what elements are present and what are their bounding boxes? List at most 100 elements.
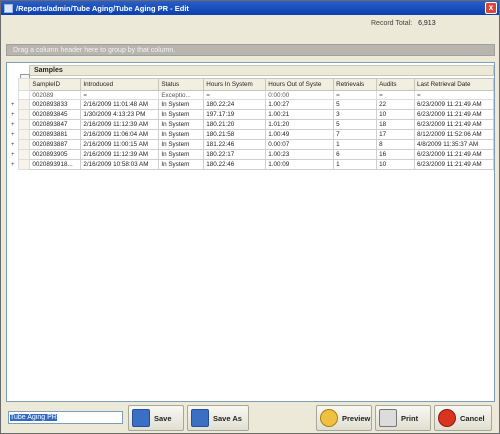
cell: 1 bbox=[333, 159, 378, 170]
row-selector[interactable] bbox=[18, 139, 31, 150]
cell: 180.22:24 bbox=[203, 99, 267, 110]
cell: 0020893918... bbox=[29, 159, 82, 170]
cell: 197.17:19 bbox=[203, 109, 267, 120]
cell: 2/16/2009 10:58:03 AM bbox=[80, 159, 160, 170]
filter-retrievals[interactable]: = bbox=[333, 90, 378, 100]
cell: 7 bbox=[333, 129, 378, 140]
record-total: Record Total: 6,913 bbox=[371, 20, 436, 27]
filter-sampleid[interactable]: 002089 bbox=[29, 90, 82, 100]
expand-icon[interactable]: + bbox=[7, 129, 19, 140]
cell: 1.00:49 bbox=[265, 129, 335, 140]
cell: 5 bbox=[333, 99, 378, 110]
cell: 0020893847 bbox=[29, 119, 82, 130]
cell: 6/23/2009 11:21:49 AM bbox=[413, 109, 494, 120]
table-row[interactable]: + 0020893847 2/16/2009 11:12:39 AM In Syst… bbox=[7, 119, 494, 130]
filter-status[interactable]: Exceptio... bbox=[158, 90, 205, 100]
filter-hours-in-system[interactable]: = bbox=[203, 90, 267, 100]
print-button[interactable]: Print bbox=[375, 405, 431, 431]
row-selector[interactable] bbox=[18, 109, 31, 120]
expand-icon[interactable]: + bbox=[7, 139, 19, 150]
cell: 2/16/2009 11:12:39 AM bbox=[80, 149, 160, 160]
col-sampleid[interactable]: SampleID bbox=[29, 78, 82, 91]
cell: 1 bbox=[333, 139, 378, 150]
col-audits[interactable]: Audits bbox=[376, 78, 415, 91]
preview-label: Preview bbox=[342, 413, 371, 423]
cell: 8/12/2009 11:52:06 AM bbox=[413, 129, 494, 140]
col-introduced[interactable]: Introduced bbox=[80, 78, 160, 91]
cell: 18 bbox=[376, 119, 415, 130]
cell: 6/23/2009 11:21:49 AM bbox=[413, 149, 494, 160]
floppy-disk-icon bbox=[132, 409, 150, 427]
cell: 2/16/2009 11:00:15 AM bbox=[80, 139, 160, 150]
preview-button[interactable]: Preview bbox=[316, 405, 372, 431]
filter-audits[interactable]: = bbox=[376, 90, 415, 100]
row-selector[interactable] bbox=[18, 149, 31, 160]
cell: In System bbox=[158, 119, 205, 130]
filter-clear-icon[interactable] bbox=[18, 90, 31, 100]
cell: 2/16/2009 11:12:39 AM bbox=[80, 119, 160, 130]
row-selector[interactable] bbox=[18, 129, 31, 140]
cell: 180.22:17 bbox=[203, 149, 267, 160]
filter-hours-out-of-system[interactable]: 0:00:00 bbox=[265, 90, 335, 100]
cell: 0020893887 bbox=[29, 139, 82, 150]
cell: 3 bbox=[333, 109, 378, 120]
cell: 10 bbox=[376, 159, 415, 170]
cell: In System bbox=[158, 139, 205, 150]
samples-table: SampleID Introduced Status Hours In Syst… bbox=[7, 78, 494, 170]
col-last-retrieval-date[interactable]: Last Retrieval Date bbox=[413, 78, 494, 91]
cell: 2/16/2009 11:06:04 AM bbox=[80, 129, 160, 140]
cell: 181.22:46 bbox=[203, 139, 267, 150]
cell: 1.00:23 bbox=[265, 149, 335, 160]
table-row[interactable]: + 0020893881 2/16/2009 11:06:04 AM In Syst… bbox=[7, 129, 494, 140]
row-selector[interactable] bbox=[18, 119, 31, 130]
print-label: Print bbox=[401, 413, 419, 423]
cell: 8 bbox=[376, 139, 415, 150]
expand-icon[interactable]: + bbox=[7, 99, 19, 110]
table-row[interactable]: + 0020893918... 2/16/2009 10:58:03 AM In S… bbox=[7, 159, 494, 170]
save-button[interactable]: Save bbox=[128, 405, 184, 431]
expand-header bbox=[7, 78, 19, 91]
cell: 6/23/2009 11:21:49 AM bbox=[413, 119, 494, 130]
expand-icon[interactable]: + bbox=[7, 119, 19, 130]
table-row[interactable]: + 0020893833 2/16/2009 11:01:48 AM In Syst… bbox=[7, 99, 494, 110]
table-row[interactable]: + 0020893845 1/30/2009 4:13:23 PM In Syste… bbox=[7, 109, 494, 120]
save-label: Save bbox=[154, 413, 172, 423]
report-name-input[interactable]: Tube Aging PR bbox=[8, 411, 123, 424]
expand-icon[interactable]: + bbox=[7, 109, 19, 120]
title-bar: /Reports/admin/Tube Aging/Tube Aging PR … bbox=[1, 1, 499, 15]
header-row: SampleID Introduced Status Hours In Syst… bbox=[7, 78, 494, 91]
cell: 1.00:09 bbox=[265, 159, 335, 170]
col-hours-in-system[interactable]: Hours In System bbox=[203, 78, 267, 91]
band-header: Samples bbox=[29, 65, 494, 76]
cell: 1.00:27 bbox=[265, 99, 335, 110]
col-retrievals[interactable]: Retrievals bbox=[333, 78, 378, 91]
filter-row: 002089 = Exceptio... = 0:00:00 = = = bbox=[7, 90, 494, 100]
table-row[interactable]: + 0020893887 2/16/2009 11:00:15 AM In Syst… bbox=[7, 139, 494, 150]
filter-introduced[interactable]: = bbox=[80, 90, 160, 100]
close-button[interactable]: x bbox=[485, 2, 497, 14]
filter-last-retrieval[interactable]: = bbox=[413, 90, 494, 100]
app-icon bbox=[4, 3, 13, 13]
col-hours-out-of-system[interactable]: Hours Out of Syste bbox=[265, 78, 335, 91]
cell: In System bbox=[158, 129, 205, 140]
expand-icon[interactable]: + bbox=[7, 149, 19, 160]
window-title: /Reports/admin/Tube Aging/Tube Aging PR … bbox=[16, 3, 189, 13]
magnifier-icon bbox=[320, 409, 338, 427]
col-status[interactable]: Status bbox=[158, 78, 205, 91]
group-by-area[interactable]: Drag a column header here to group by th… bbox=[6, 44, 495, 56]
save-as-button[interactable]: Save As bbox=[187, 405, 249, 431]
table-row[interactable]: + 0020893905 2/16/2009 11:12:39 AM In Syst… bbox=[7, 149, 494, 160]
row-selector[interactable] bbox=[18, 159, 31, 170]
cell: 6 bbox=[333, 149, 378, 160]
expand-icon[interactable]: + bbox=[7, 159, 19, 170]
cell: 17 bbox=[376, 129, 415, 140]
cell: 1/30/2009 4:13:23 PM bbox=[80, 109, 160, 120]
report-name-text: Tube Aging PR bbox=[10, 414, 57, 421]
samples-grid[interactable]: Samples SampleID Introduced Status Hours… bbox=[6, 62, 495, 402]
row-selector[interactable] bbox=[18, 99, 31, 110]
cell: 22 bbox=[376, 99, 415, 110]
cell: 180.22:46 bbox=[203, 159, 267, 170]
cell: In System bbox=[158, 149, 205, 160]
cancel-button[interactable]: Cancel bbox=[434, 405, 492, 431]
cell: 2/16/2009 11:01:48 AM bbox=[80, 99, 160, 110]
